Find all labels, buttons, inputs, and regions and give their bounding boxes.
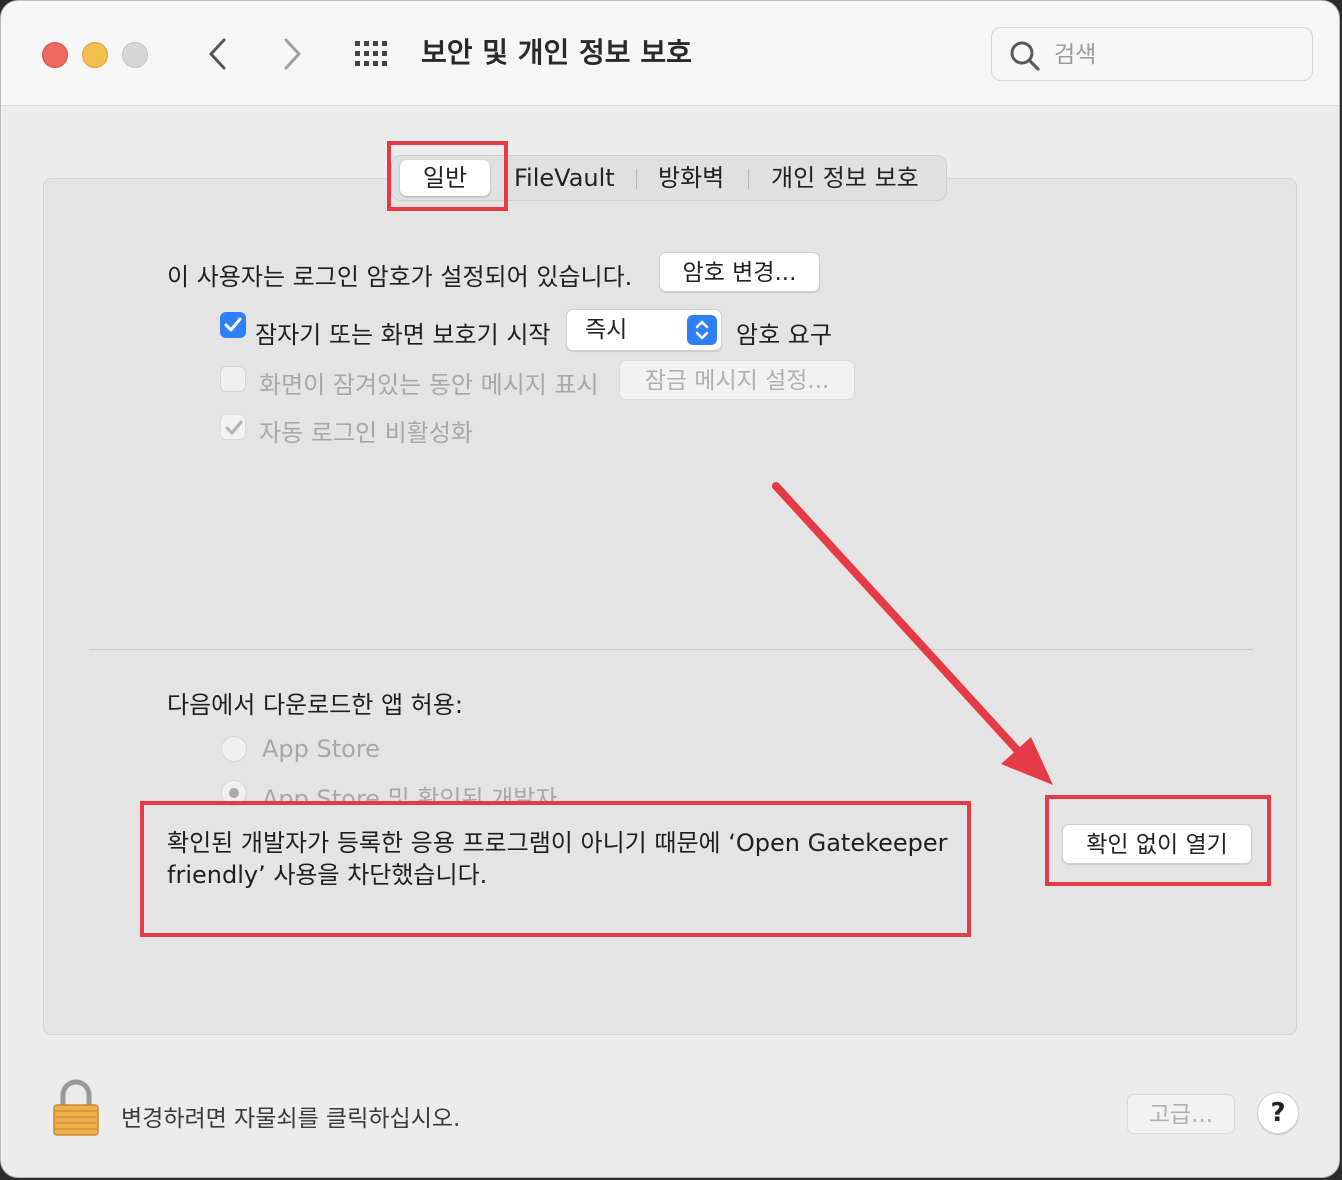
preferences-window: 보안 및 개인 정보 보호 일반 FileVault 방화벽 개인 정보 보호 … [0,0,1340,1178]
annotation-arrow [772,482,1053,785]
